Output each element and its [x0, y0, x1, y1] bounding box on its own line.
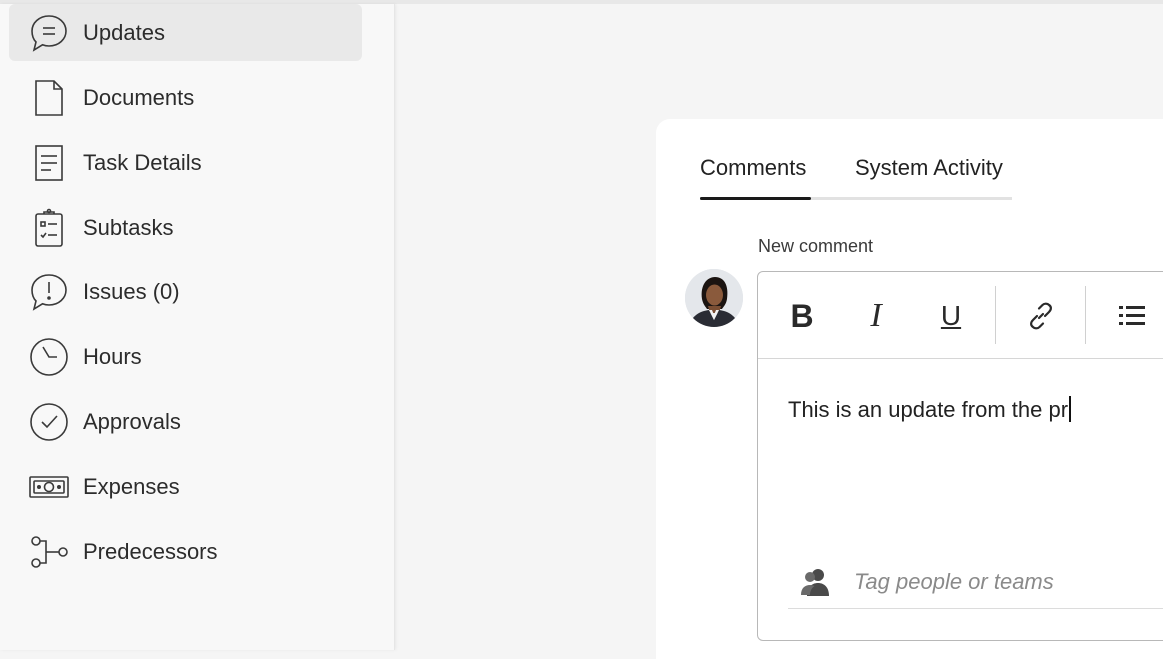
toolbar-divider — [1085, 286, 1086, 344]
tab-bar: Comments System Activity — [700, 155, 1012, 200]
sidebar-item-label: Subtasks — [83, 214, 174, 240]
comment-text: This is an update from the pr — [788, 397, 1069, 422]
task-details-icon — [27, 141, 71, 185]
bold-icon: B — [790, 297, 814, 334]
sidebar-item-label: Task Details — [83, 149, 202, 175]
active-tab-indicator — [700, 197, 811, 200]
link-button[interactable] — [1019, 294, 1063, 338]
clipboard-checklist-icon — [27, 206, 71, 250]
sidebar-item-task-details[interactable]: Task Details — [9, 134, 362, 191]
bulleted-list-icon — [1119, 306, 1145, 325]
sidebar-item-approvals[interactable]: Approvals — [9, 393, 362, 450]
avatar — [685, 269, 743, 327]
tab-system-activity[interactable]: System Activity — [855, 155, 1003, 181]
sidebar-item-label: Hours — [83, 343, 142, 369]
sidebar-item-subtasks[interactable]: Subtasks — [9, 199, 362, 256]
comment-editor: B I U This is an update from the pr Tag … — [757, 271, 1163, 641]
sidebar-item-label: Documents — [83, 84, 195, 110]
toolbar-divider — [995, 286, 996, 344]
sidebar-item-label: Updates — [83, 19, 165, 45]
chat-bubble-icon — [27, 11, 71, 55]
bulleted-list-button[interactable] — [1110, 294, 1154, 338]
sidebar-item-label: Issues (0) — [83, 278, 180, 304]
link-icon — [1030, 302, 1052, 330]
sidebar-item-predecessors[interactable]: Predecessors — [9, 523, 362, 580]
underline-button[interactable]: U — [929, 294, 973, 338]
people-icon — [801, 569, 829, 596]
check-circle-icon — [27, 400, 71, 444]
text-cursor — [1069, 396, 1072, 422]
sidebar-item-documents[interactable]: Documents — [9, 69, 362, 126]
clock-icon — [27, 335, 71, 379]
underline-icon: U — [940, 300, 962, 331]
sidebar-item-issues[interactable]: Issues (0) — [9, 263, 362, 320]
issue-bubble-icon — [27, 270, 71, 314]
money-icon — [27, 465, 71, 509]
document-icon — [27, 76, 71, 120]
italic-button[interactable]: I — [854, 294, 898, 338]
comment-text-area[interactable]: This is an update from the pr — [788, 396, 1072, 423]
sidebar-item-hours[interactable]: Hours — [9, 328, 362, 385]
sidebar: Updates Documents Task Details Subtasks … — [0, 4, 395, 650]
italic-icon: I — [870, 297, 882, 334]
tag-people-field[interactable] — [788, 556, 1163, 609]
tab-comments[interactable]: Comments — [700, 155, 806, 181]
sidebar-item-label: Expenses — [83, 473, 180, 499]
formatting-toolbar: B I U — [758, 272, 1163, 359]
sidebar-item-updates[interactable]: Updates — [9, 4, 362, 61]
predecessors-icon — [27, 530, 71, 574]
comments-panel: Comments System Activity New comment B I… — [656, 119, 1163, 659]
tag-people-input[interactable] — [852, 568, 1163, 596]
bold-button[interactable]: B — [780, 294, 824, 338]
sidebar-item-expenses[interactable]: Expenses — [9, 458, 362, 515]
sidebar-item-label: Predecessors — [83, 538, 218, 564]
new-comment-label: New comment — [758, 236, 874, 256]
sidebar-item-label: Approvals — [83, 408, 181, 434]
